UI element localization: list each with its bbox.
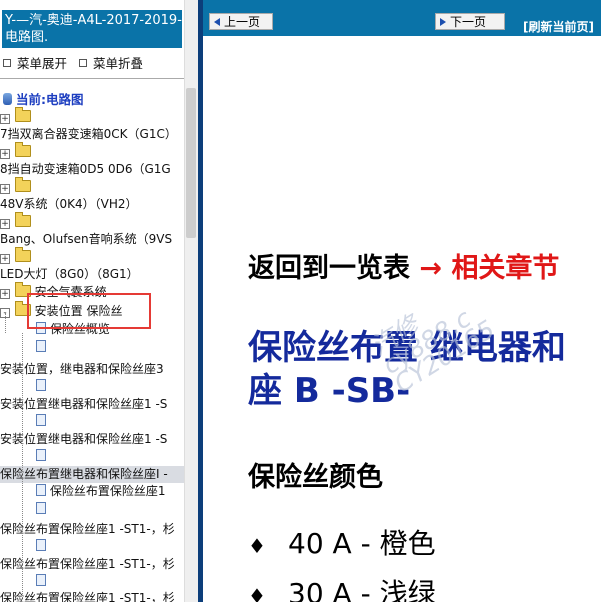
fuse-color-item: ♦ 30 A - 浅绿	[248, 572, 436, 602]
tree-item[interactable]: LED大灯（8G0）（8G1）	[0, 266, 139, 283]
tree-item[interactable]: 安装位置，继电器和保险丝座3	[0, 361, 164, 378]
folder-icon	[14, 142, 31, 157]
next-page-button[interactable]: 下一页	[435, 13, 505, 30]
document-icon	[36, 484, 46, 496]
fuse-color-value: 40 A - 橙色	[288, 527, 436, 560]
current-location-label: 当前:电路图	[16, 92, 84, 107]
tree-doc-row[interactable]	[36, 538, 46, 555]
diamond-bullet-icon: ♦	[248, 584, 266, 602]
tree-expander-row[interactable]: +	[0, 247, 31, 266]
document-icon	[36, 574, 46, 586]
tree-connector	[5, 313, 6, 333]
folder-icon	[14, 247, 31, 262]
document-icon	[36, 502, 46, 514]
current-location[interactable]: 当前:电路图	[3, 89, 84, 108]
navigation-bar: 上一页 下一页 [刷新当前页]	[203, 0, 601, 36]
tree-connector	[22, 333, 23, 598]
folder-icon	[14, 177, 31, 192]
tree-item[interactable]: 保险丝布置保险丝座1 -ST1-，杉	[0, 521, 175, 538]
fuse-color-item: ♦ 40 A - 橙色	[248, 522, 436, 562]
sidebar-separator	[0, 78, 184, 79]
tree-item[interactable]: 7挡双离合器变速箱0CK（G1C）	[0, 126, 177, 143]
tree-item[interactable]: 保险丝布置保险丝座1 -ST1-，杉	[0, 556, 175, 573]
tree-item[interactable]: 保险丝布置保险丝座1	[36, 483, 165, 500]
sidebar-title: Y-—汽-奥迪-A4L-2017-2019- 电路图.	[2, 10, 182, 48]
menu-collapse-button[interactable]: 菜单折叠	[79, 56, 143, 71]
document-icon	[36, 539, 46, 551]
tree-item[interactable]: 安装位置继电器和保险丝座1 -S	[0, 431, 167, 448]
tree-item-label: 保险丝布置保险丝座1	[49, 484, 166, 498]
square-icon	[3, 59, 11, 67]
menu-expand-label: 菜单展开	[17, 56, 68, 71]
expand-plus-icon[interactable]: +	[0, 289, 10, 299]
arrow-icon: →	[419, 253, 443, 284]
diamond-bullet-icon: ♦	[248, 534, 266, 558]
tree-item[interactable]: Bang、Olufsen音响系统（9VS	[0, 231, 172, 248]
expand-plus-icon[interactable]: +	[0, 219, 10, 229]
square-icon	[79, 59, 87, 67]
tree-doc-row[interactable]	[36, 378, 46, 395]
annotation-highlight-box	[27, 293, 151, 329]
database-icon	[3, 93, 12, 105]
document-icon	[36, 340, 46, 352]
expand-plus-icon[interactable]: +	[0, 184, 10, 194]
document-icon	[36, 449, 46, 461]
document-icon	[36, 414, 46, 426]
menu-expand-button[interactable]: 菜单展开	[3, 56, 67, 71]
tree-expander-row[interactable]: +	[0, 107, 31, 126]
tree-item[interactable]: 保险丝布置保险丝座1 -ST1-，杉	[0, 590, 175, 602]
expand-plus-icon[interactable]: +	[0, 114, 10, 124]
menu-toggles: 菜单展开 菜单折叠	[3, 53, 151, 72]
tree-item[interactable]: 48V系统（0K4）（VH2）	[0, 196, 138, 213]
sidebar: Y-—汽-奥迪-A4L-2017-2019- 电路图. 菜单展开 菜单折叠 当前…	[0, 0, 198, 602]
back-to-list-link[interactable]: 返回到一览表	[248, 253, 410, 284]
content-pane: 上一页 下一页 [刷新当前页] 返回到一览表 → 相关章节 保险丝布置 继电器和…	[203, 0, 601, 602]
tree-doc-row[interactable]	[36, 448, 46, 465]
expand-plus-icon[interactable]: +	[0, 254, 10, 264]
prev-page-button[interactable]: 上一页	[209, 13, 273, 30]
breadcrumb: 返回到一览表 → 相关章节	[248, 246, 559, 285]
tree-expander-row[interactable]: +	[0, 142, 31, 161]
sidebar-scrollbar-thumb[interactable]	[186, 88, 196, 238]
menu-collapse-label: 菜单折叠	[93, 56, 144, 71]
tree-expander-row[interactable]: +	[0, 212, 31, 231]
tree-item[interactable]: 8挡自动变速箱0D5 0D6（G1G	[0, 161, 171, 178]
tree-doc-row[interactable]	[36, 413, 46, 430]
related-chapters-link[interactable]: 相关章节	[451, 253, 559, 284]
tree-doc-row[interactable]	[36, 501, 46, 518]
tree-expander-row[interactable]: +	[0, 177, 31, 196]
tree-item-selected[interactable]: 保险丝布置继电器和保险丝座I -	[0, 466, 184, 483]
tree-doc-row[interactable]	[36, 339, 46, 356]
fuse-color-value: 30 A - 浅绿	[288, 577, 436, 602]
folder-icon	[14, 212, 31, 227]
tree-item[interactable]: 安装位置继电器和保险丝座1 -S	[0, 396, 167, 413]
document-icon	[36, 379, 46, 391]
tree-doc-row[interactable]	[36, 573, 46, 590]
fuse-color-heading: 保险丝颜色	[248, 462, 383, 493]
refresh-link[interactable]: [刷新当前页]	[523, 18, 594, 35]
expand-plus-icon[interactable]: +	[0, 149, 10, 159]
folder-icon	[14, 107, 31, 122]
